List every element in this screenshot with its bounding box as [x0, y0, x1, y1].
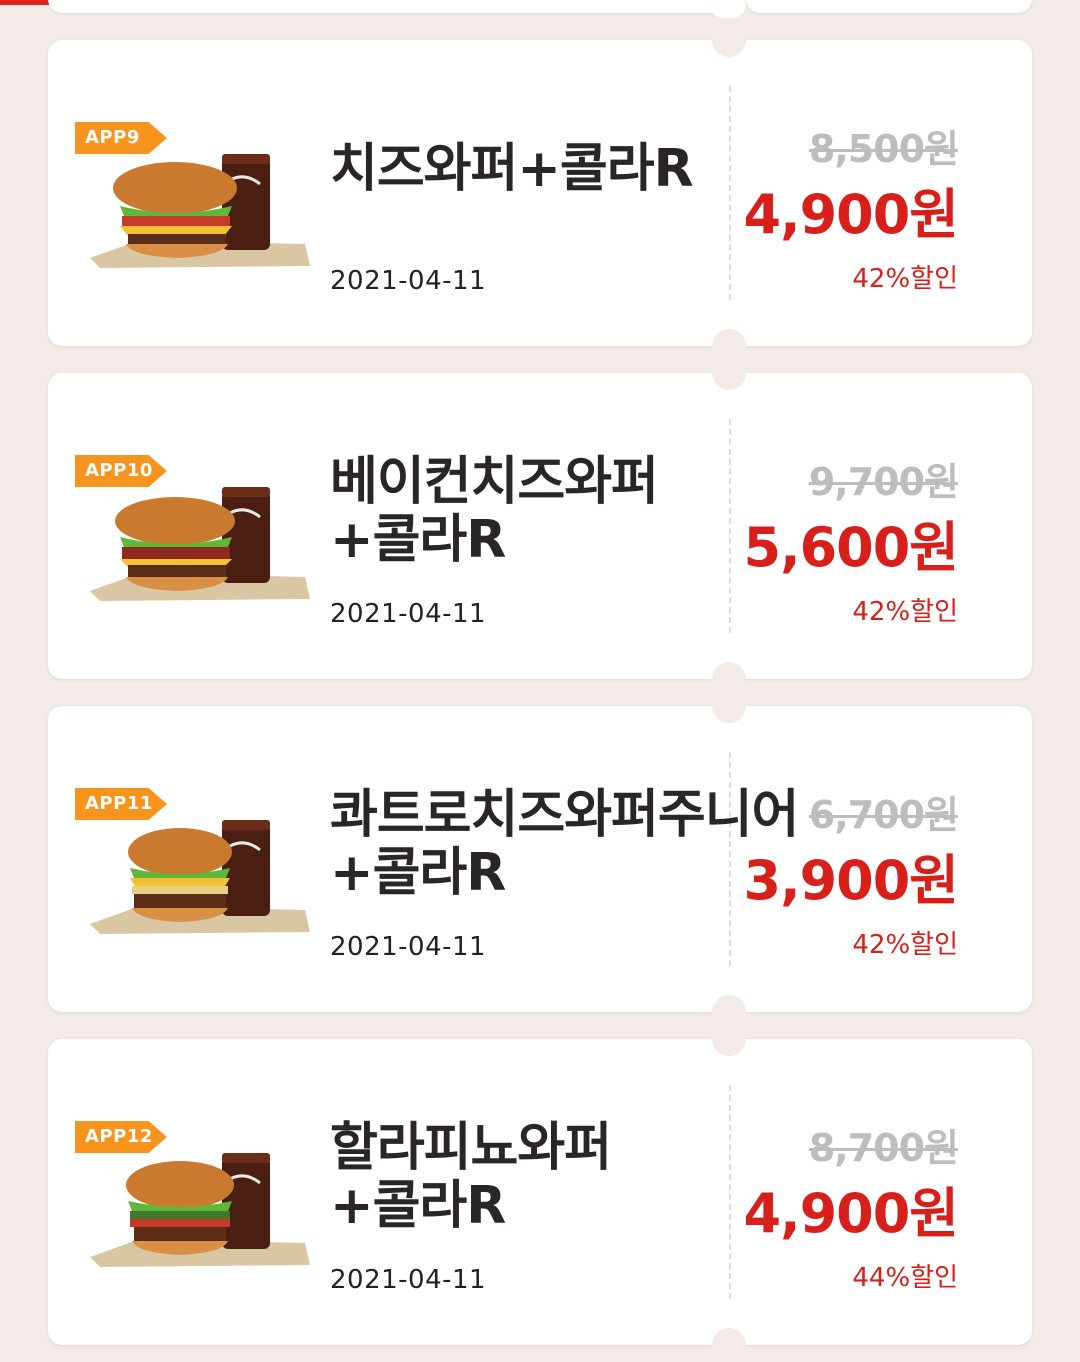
original-price: 9,700원 — [808, 460, 959, 504]
burger-cola-image — [90, 1153, 310, 1267]
sale-price: 3,900원 — [743, 849, 959, 912]
burger-cola-image — [90, 820, 310, 934]
original-price: 8,500원 — [808, 127, 959, 171]
discount-rate: 44%할인 — [852, 1263, 958, 1293]
discount-rate: 42%할인 — [852, 930, 958, 960]
burger-cola-image — [90, 487, 310, 601]
sale-price: 4,900원 — [743, 1182, 959, 1245]
coupon-expiry-date: 2021-04-11 — [330, 932, 487, 962]
burger-cola-image — [90, 154, 310, 268]
coupon-card[interactable]: APP10 베이컨치즈와퍼 +콜라R 2021-04-11 9,700원 5,6… — [48, 356, 1032, 696]
ticket-notch — [712, 23, 746, 57]
discount-rate: 42%할인 — [852, 597, 958, 627]
coupon-card[interactable]: APP11 콰트로치즈와퍼주니어 +콜라R 2021-04-11 6,700원 … — [48, 689, 1032, 1029]
coupon-card[interactable]: APP9 치즈와퍼+콜라R 2021-04-11 8,500원 4,900원 4… — [48, 23, 1032, 363]
previous-coupon-edge — [48, 0, 728, 13]
ticket-notch — [712, 689, 746, 723]
coupon-expiry-date: 2021-04-11 — [330, 1265, 487, 1295]
previous-coupon-edge — [746, 0, 1032, 13]
ticket-notch — [712, 1022, 746, 1056]
sale-price: 4,900원 — [743, 183, 959, 246]
coupon-card[interactable]: APP12 할라피뇨와퍼 +콜라R 2021-04-11 8,700원 4,90… — [48, 1022, 1032, 1362]
sale-price: 5,600원 — [743, 516, 959, 579]
discount-rate: 42%할인 — [852, 264, 958, 294]
coupon-expiry-date: 2021-04-11 — [330, 599, 487, 629]
original-price: 6,700원 — [808, 793, 959, 837]
coupon-expiry-date: 2021-04-11 — [330, 266, 487, 296]
original-price: 8,700원 — [808, 1126, 959, 1170]
ticket-notch — [710, 0, 746, 18]
ticket-notch — [712, 356, 746, 390]
